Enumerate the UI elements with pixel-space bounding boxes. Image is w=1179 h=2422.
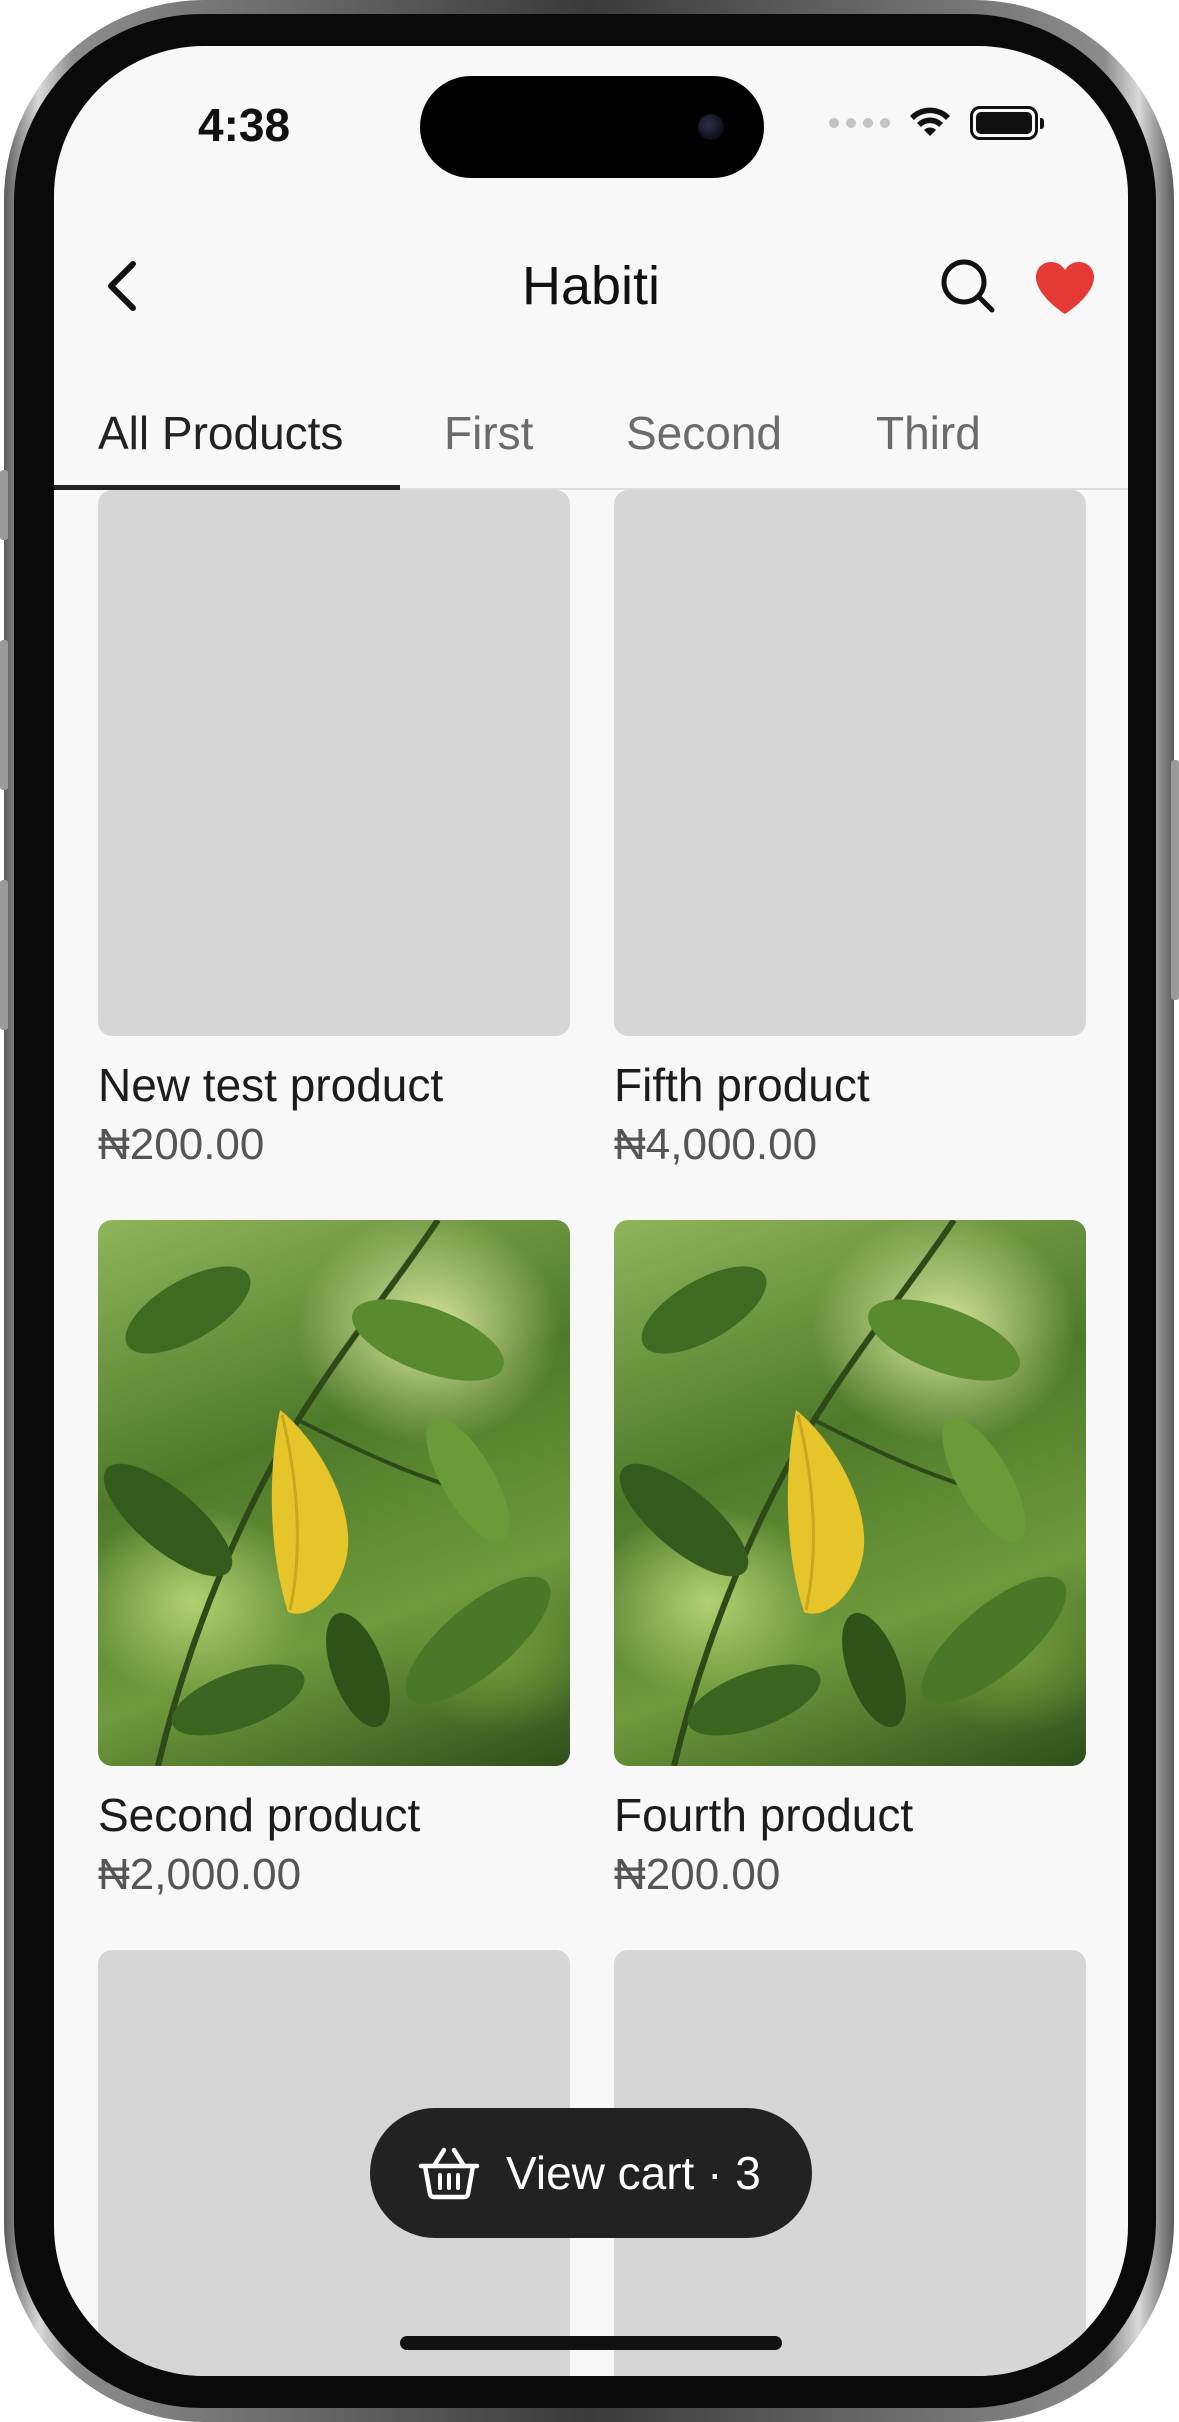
product-card[interactable]: New test product ₦200.00 — [98, 490, 570, 1170]
search-button[interactable] — [938, 256, 998, 316]
tab-first[interactable]: First — [444, 406, 533, 460]
home-indicator[interactable] — [400, 2336, 782, 2350]
app-screen: 4:38 Habiti All Products First Second Th… — [54, 46, 1128, 2376]
product-image-placeholder — [614, 490, 1086, 1036]
heart-icon — [1036, 262, 1094, 314]
basket-icon — [418, 2147, 480, 2200]
tab-third[interactable]: Third — [876, 406, 981, 460]
status-indicators — [829, 106, 1044, 140]
category-tabs: All Products First Second Third — [54, 390, 1128, 490]
view-cart-label: View cart · 3 — [506, 2147, 761, 2199]
wifi-icon — [910, 107, 950, 136]
search-icon — [941, 259, 995, 313]
tab-second[interactable]: Second — [626, 406, 782, 460]
action-button — [0, 470, 8, 540]
product-name: Fifth product — [614, 1059, 870, 1111]
status-time: 4:38 — [198, 99, 291, 151]
battery-icon — [970, 106, 1044, 140]
volume-down-button — [0, 880, 8, 1030]
view-cart-button[interactable]: View cart · 3 — [370, 2108, 812, 2238]
product-image-placeholder — [98, 490, 570, 1036]
product-price: ₦200.00 — [98, 1120, 265, 1169]
cellular-signal-icon — [829, 118, 890, 128]
product-price: ₦4,000.00 — [614, 1120, 818, 1169]
favorites-button[interactable] — [1032, 258, 1098, 318]
product-name: New test product — [98, 1059, 444, 1111]
dynamic-island — [420, 76, 764, 178]
product-image-leaf-photo — [98, 1220, 570, 1766]
power-button — [1171, 760, 1179, 1000]
product-card[interactable]: Fourth product ₦200.00 — [614, 1220, 1086, 1900]
product-price: ₦2,000.00 — [98, 1850, 302, 1899]
product-card[interactable]: Second product ₦2,000.00 — [98, 1220, 570, 1900]
product-image-leaf-photo — [614, 1220, 1086, 1766]
camera-icon — [698, 114, 724, 140]
product-card[interactable]: Fifth product ₦4,000.00 — [614, 490, 1086, 1170]
product-price: ₦200.00 — [614, 1850, 781, 1899]
product-name: Fourth product — [614, 1789, 914, 1841]
tab-all-products[interactable]: All Products — [98, 406, 343, 460]
product-name: Second product — [98, 1789, 421, 1841]
volume-up-button — [0, 640, 8, 790]
